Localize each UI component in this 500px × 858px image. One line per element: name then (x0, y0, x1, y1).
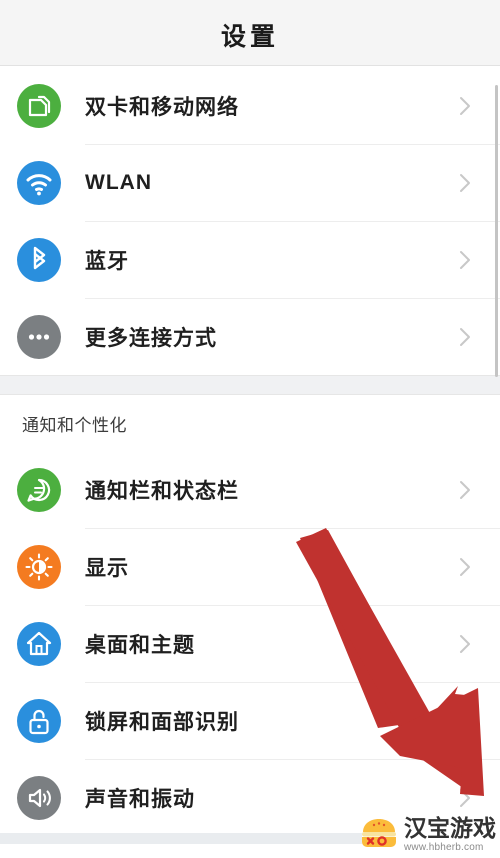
group-separator (0, 375, 500, 395)
settings-group-notifications-personalization: 通知栏和状态栏 显示桌面和主题锁屏和面部识别 声音和振动 (0, 451, 500, 836)
brightness-icon (17, 544, 61, 589)
settings-row-label: 更多连接方式 (85, 326, 217, 350)
settings-row-label: WLAN (85, 170, 152, 194)
page-title: 设置 (220, 23, 279, 51)
settings-row-label: 双卡和移动网络 (85, 95, 239, 119)
burger-logo-icon (359, 817, 399, 853)
wifi-icon (17, 160, 61, 205)
more-dots-icon (17, 314, 61, 359)
scrollbar-thumb[interactable] (495, 85, 498, 377)
settings-screen: 设置 双卡和移动网络 WLAN 蓝牙更多连接方式通知和个性化通知栏和状态栏 显示桌面和… (0, 0, 500, 858)
watermark-url: www.hbherb.com (404, 842, 484, 853)
chevron-right-icon (458, 249, 472, 271)
chevron-right-icon (458, 172, 472, 194)
chevron-right-icon (458, 326, 472, 348)
settings-scroll-view[interactable]: 双卡和移动网络 WLAN 蓝牙更多连接方式通知和个性化通知栏和状态栏 显示桌面和主题锁… (0, 67, 500, 836)
settings-row[interactable]: 显示 (0, 528, 500, 605)
speaker-icon (17, 775, 61, 820)
settings-row-label: 显示 (85, 556, 129, 580)
chat-bubble-icon (17, 467, 61, 512)
chevron-right-icon (458, 95, 472, 117)
settings-row[interactable]: 更多连接方式 (0, 298, 500, 375)
bluetooth-icon (17, 237, 61, 282)
chevron-right-icon (458, 479, 472, 501)
chevron-right-icon (458, 633, 472, 655)
settings-row-label: 通知栏和状态栏 (85, 479, 239, 503)
chevron-right-icon (458, 556, 472, 578)
section-header-notifications-personalization: 通知和个性化 (0, 395, 500, 451)
settings-row[interactable]: WLAN (0, 144, 500, 221)
settings-row[interactable]: 锁屏和面部识别 (0, 682, 500, 759)
home-icon (17, 621, 61, 666)
chevron-right-icon (458, 710, 472, 732)
settings-row-label: 声音和振动 (85, 787, 195, 811)
section-header-label: 通知和个性化 (22, 415, 127, 435)
watermark-text: 汉宝游戏 www.hbherb.com (404, 817, 496, 853)
bottom-bar-strip (0, 833, 362, 844)
lock-open-icon (17, 698, 61, 743)
vertical-scrollbar[interactable] (495, 85, 498, 377)
watermark: 汉宝游戏 www.hbherb.com (359, 814, 496, 856)
title-bar: 设置 (0, 0, 500, 66)
chevron-right-icon (458, 787, 472, 809)
settings-row-label: 锁屏和面部识别 (85, 710, 239, 734)
settings-row[interactable]: 通知栏和状态栏 (0, 451, 500, 528)
settings-row-label: 蓝牙 (85, 249, 129, 273)
settings-row-label: 桌面和主题 (85, 633, 195, 657)
settings-row[interactable]: 双卡和移动网络 (0, 67, 500, 144)
sim-card-icon (17, 83, 61, 128)
settings-row[interactable]: 蓝牙 (0, 221, 500, 298)
settings-group-connectivity: 双卡和移动网络 WLAN 蓝牙更多连接方式 (0, 67, 500, 375)
settings-groups: 双卡和移动网络 WLAN 蓝牙更多连接方式通知和个性化通知栏和状态栏 显示桌面和主题锁… (0, 67, 500, 836)
settings-row[interactable]: 桌面和主题 (0, 605, 500, 682)
watermark-title: 汉宝游戏 (404, 815, 496, 841)
